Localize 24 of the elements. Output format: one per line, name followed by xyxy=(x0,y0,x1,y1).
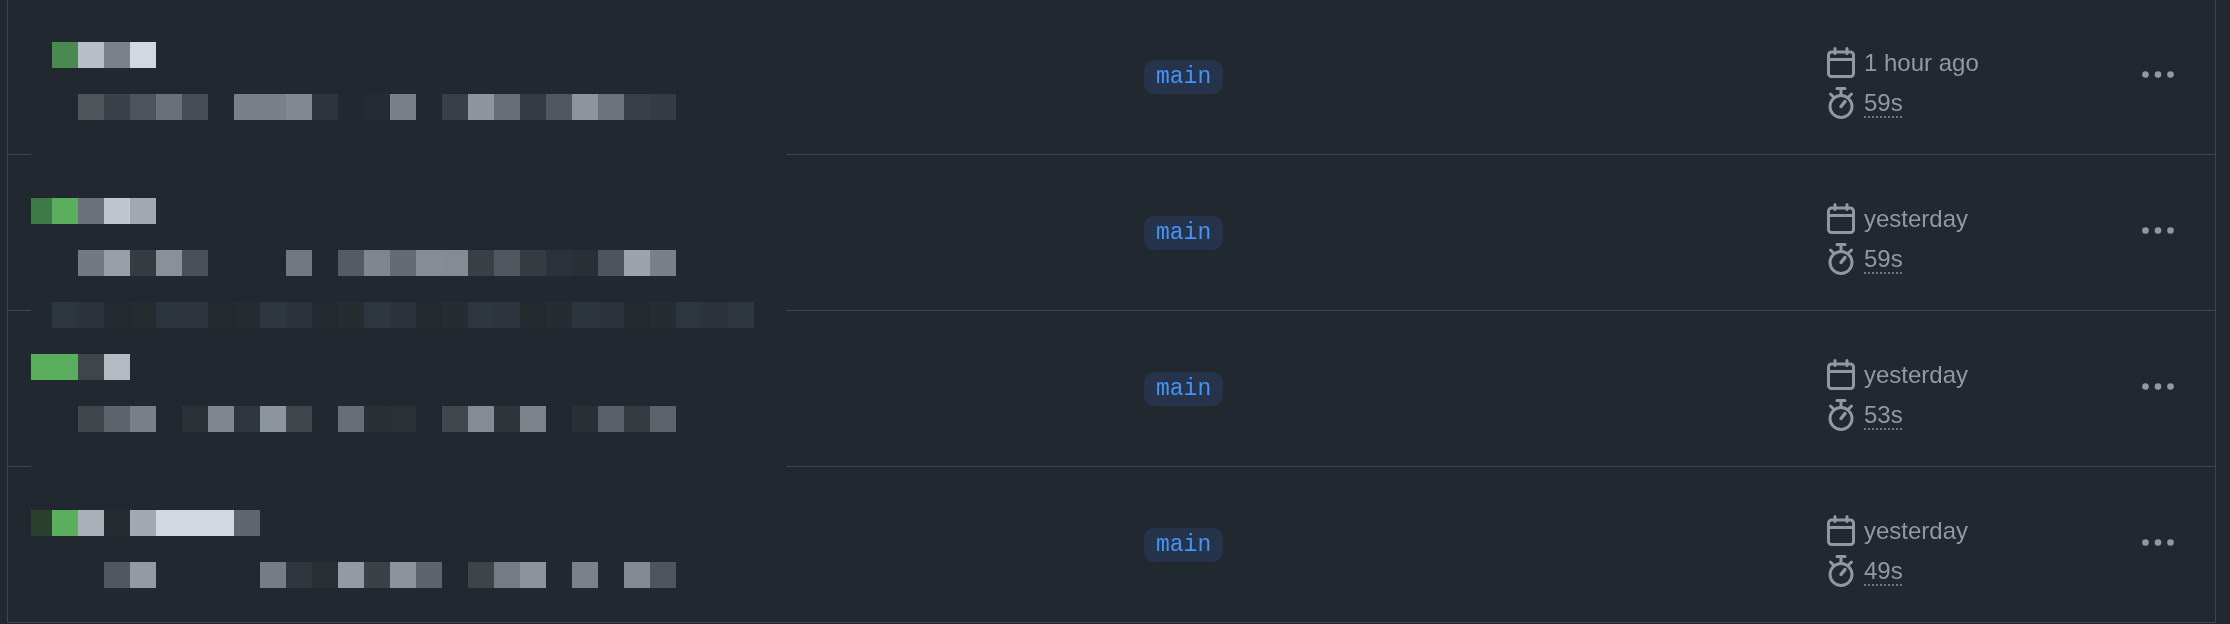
run-date: 1 hour ago xyxy=(1864,47,1979,78)
branch-label[interactable]: main xyxy=(1144,215,1224,250)
stopwatch-icon xyxy=(1827,398,1855,431)
run-date: yesterday xyxy=(1864,359,1969,390)
stopwatch-icon xyxy=(1827,242,1855,275)
calendar-icon xyxy=(1827,359,1855,390)
run-duration: 49s xyxy=(1864,555,1903,586)
ellipsis-icon xyxy=(2142,539,2174,546)
run-duration: 53s xyxy=(1864,399,1903,430)
ellipsis-icon xyxy=(2142,383,2174,390)
calendar-icon xyxy=(1827,515,1855,546)
branch-label[interactable]: main xyxy=(1144,527,1224,562)
ellipsis-icon xyxy=(2142,227,2174,234)
calendar-icon xyxy=(1827,203,1855,234)
calendar-icon xyxy=(1827,47,1855,78)
branch-label[interactable]: main xyxy=(1144,59,1224,94)
run-duration: 59s xyxy=(1864,87,1903,118)
ellipsis-icon xyxy=(2142,71,2174,78)
stopwatch-icon xyxy=(1827,554,1855,587)
run-duration: 59s xyxy=(1864,243,1903,274)
run-date: yesterday xyxy=(1864,203,1969,234)
run-date: yesterday xyxy=(1864,515,1969,546)
stopwatch-icon xyxy=(1827,86,1855,119)
branch-label[interactable]: main xyxy=(1144,371,1224,406)
